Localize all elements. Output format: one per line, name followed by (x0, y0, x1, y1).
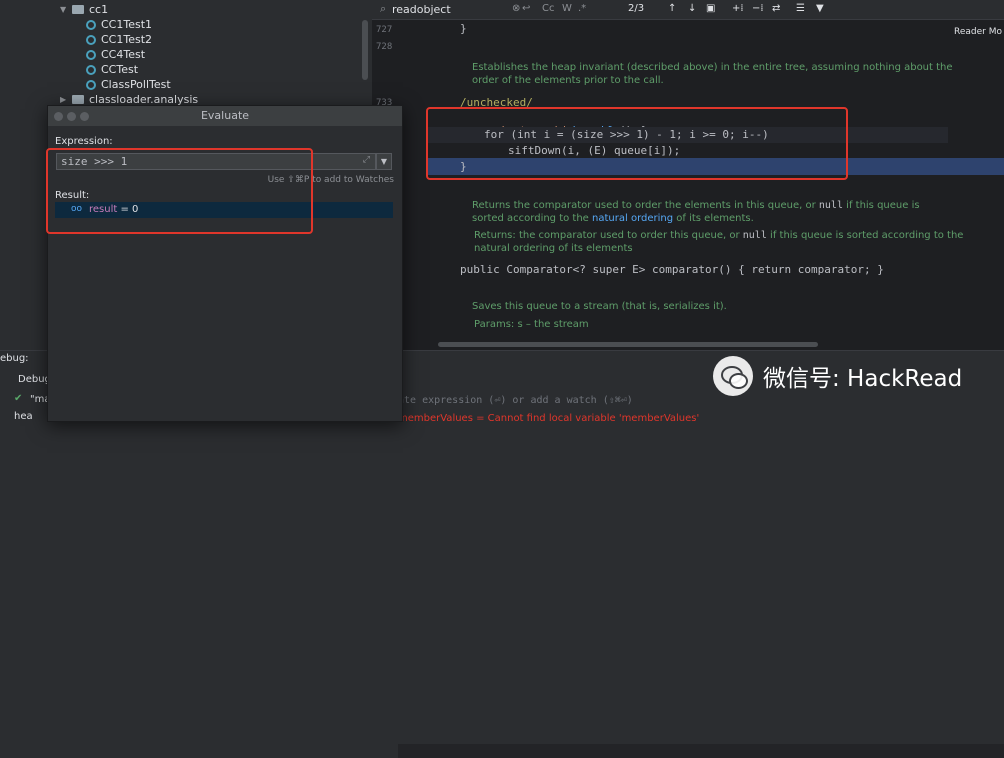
line-number: 727 (376, 25, 393, 35)
class-icon (86, 19, 96, 30)
doc-params: Params: s – the stream (474, 318, 954, 331)
frame-item[interactable]: hea (14, 411, 33, 422)
tree-item-cc1[interactable]: ▼ cc1 (60, 2, 108, 17)
doc-link[interactable]: natural ordering (592, 213, 673, 224)
expression-history-dropdown[interactable]: ▼ (376, 153, 392, 170)
annotation-box-heapify (426, 107, 848, 180)
tree-item-cctest[interactable]: CCTest (86, 62, 138, 77)
new-line-icon[interactable]: ↩ (522, 3, 530, 14)
tree-item-cc1test2[interactable]: CC1Test2 (86, 32, 152, 47)
minimize-window-button[interactable] (67, 112, 76, 121)
debug-label: ebug: (0, 353, 29, 364)
maximize-window-button[interactable] (80, 112, 89, 121)
check-icon: ✔ (14, 393, 23, 404)
doc-tag: Returns: (474, 230, 516, 241)
find-input[interactable] (392, 2, 502, 16)
tree-item-cc1test1[interactable]: CC1Test1 (86, 17, 152, 32)
code-line-close: } (460, 22, 467, 35)
next-match-icon[interactable]: ↓ (688, 3, 696, 14)
expression-label: Expression: (55, 136, 113, 147)
doc-code: null (818, 200, 843, 211)
tree-item-label: CCTest (101, 63, 139, 76)
regex-icon[interactable]: .* (578, 3, 586, 14)
debugger-tab[interactable]: Debug (18, 374, 51, 385)
doc-comparator: Returns the comparator used to order the… (472, 199, 952, 225)
class-icon (86, 79, 96, 90)
code-line-comparator: public Comparator<? super E> comparator(… (460, 263, 884, 276)
doc-text: Returns the comparator used to order the… (472, 200, 816, 211)
close-window-button[interactable] (54, 112, 63, 121)
annotation-box-expression (46, 148, 313, 234)
watermark: 微信号: HackRead (713, 356, 962, 396)
tree-item-label: CC1Test2 (101, 33, 153, 46)
tree-item-label: cc1 (89, 3, 109, 16)
tree-item-label: CC1Test1 (101, 18, 153, 31)
doc-writeobject: Saves this queue to a stream (that is, s… (472, 301, 727, 312)
filter-icon[interactable]: ▼ (816, 3, 824, 14)
match-count: 2/3 (628, 3, 645, 14)
line-number: 728 (376, 42, 393, 52)
tree-item-label: ClassPollTest (101, 78, 171, 91)
add-occurrence-icon[interactable]: +⁞ (732, 3, 744, 14)
tree-item-classpolltest[interactable]: ClassPollTest (86, 77, 171, 92)
find-bar: ⌕ ⊗ ↩ Cc W .* 2/3 ↑ ↓ ▣ +⁞ −⁞ ⇄ ☰ ▼ (372, 0, 1004, 20)
doc-returns: Returns: the comparator used to order th… (474, 229, 974, 255)
doc-text: the comparator used to order this queue,… (518, 230, 740, 241)
doc-tag: Params: (474, 319, 515, 330)
remove-occurrence-icon[interactable]: −⁞ (752, 3, 764, 14)
watch-error: memberValues = Cannot find local variabl… (398, 413, 700, 424)
doc-text: s – the stream (517, 319, 589, 330)
doc-text: of its elements. (676, 213, 754, 224)
chevron-right-icon[interactable]: ▶ (60, 95, 70, 104)
tree-item-label: CC4Test (101, 48, 146, 61)
reader-mode-toggle[interactable]: Reader Mo (954, 27, 1002, 37)
dialog-title-bar[interactable]: Evaluate (48, 106, 402, 126)
folder-icon (72, 95, 84, 104)
match-case-button[interactable]: Cc (542, 3, 554, 14)
match-words-button[interactable]: W (562, 3, 572, 14)
dialog-title: Evaluate (200, 109, 250, 122)
previous-match-icon[interactable]: ↑ (668, 3, 676, 14)
show-all-icon[interactable]: ☰ (796, 3, 805, 14)
select-all-icon[interactable]: ▣ (706, 3, 715, 14)
watermark-text: 微信号: HackRead (763, 366, 963, 392)
class-icon (86, 64, 96, 75)
toggle-occurrence-icon[interactable]: ⇄ (772, 3, 780, 14)
doc-heapify: Establishes the heap invariant (describe… (472, 62, 953, 86)
tree-item-cc4test[interactable]: CC4Test (86, 47, 145, 62)
class-icon (86, 49, 96, 60)
class-icon (86, 34, 96, 45)
watch-input-bar[interactable] (398, 744, 1004, 758)
folder-icon (72, 5, 84, 14)
watch-input[interactable]: ate expression (⏎) or add a watch (⇧⌘⏎) (398, 395, 633, 406)
doc-code: null (742, 230, 767, 241)
search-icon[interactable]: ⌕ (380, 2, 386, 16)
wechat-logo-icon (713, 356, 753, 396)
editor-horizontal-scrollbar[interactable] (438, 342, 818, 347)
tree-scrollbar[interactable] (362, 20, 368, 80)
expand-icon[interactable]: ⤢ (363, 155, 370, 165)
clear-search-icon[interactable]: ⊗ (512, 3, 520, 14)
chevron-down-icon[interactable]: ▼ (60, 5, 70, 14)
